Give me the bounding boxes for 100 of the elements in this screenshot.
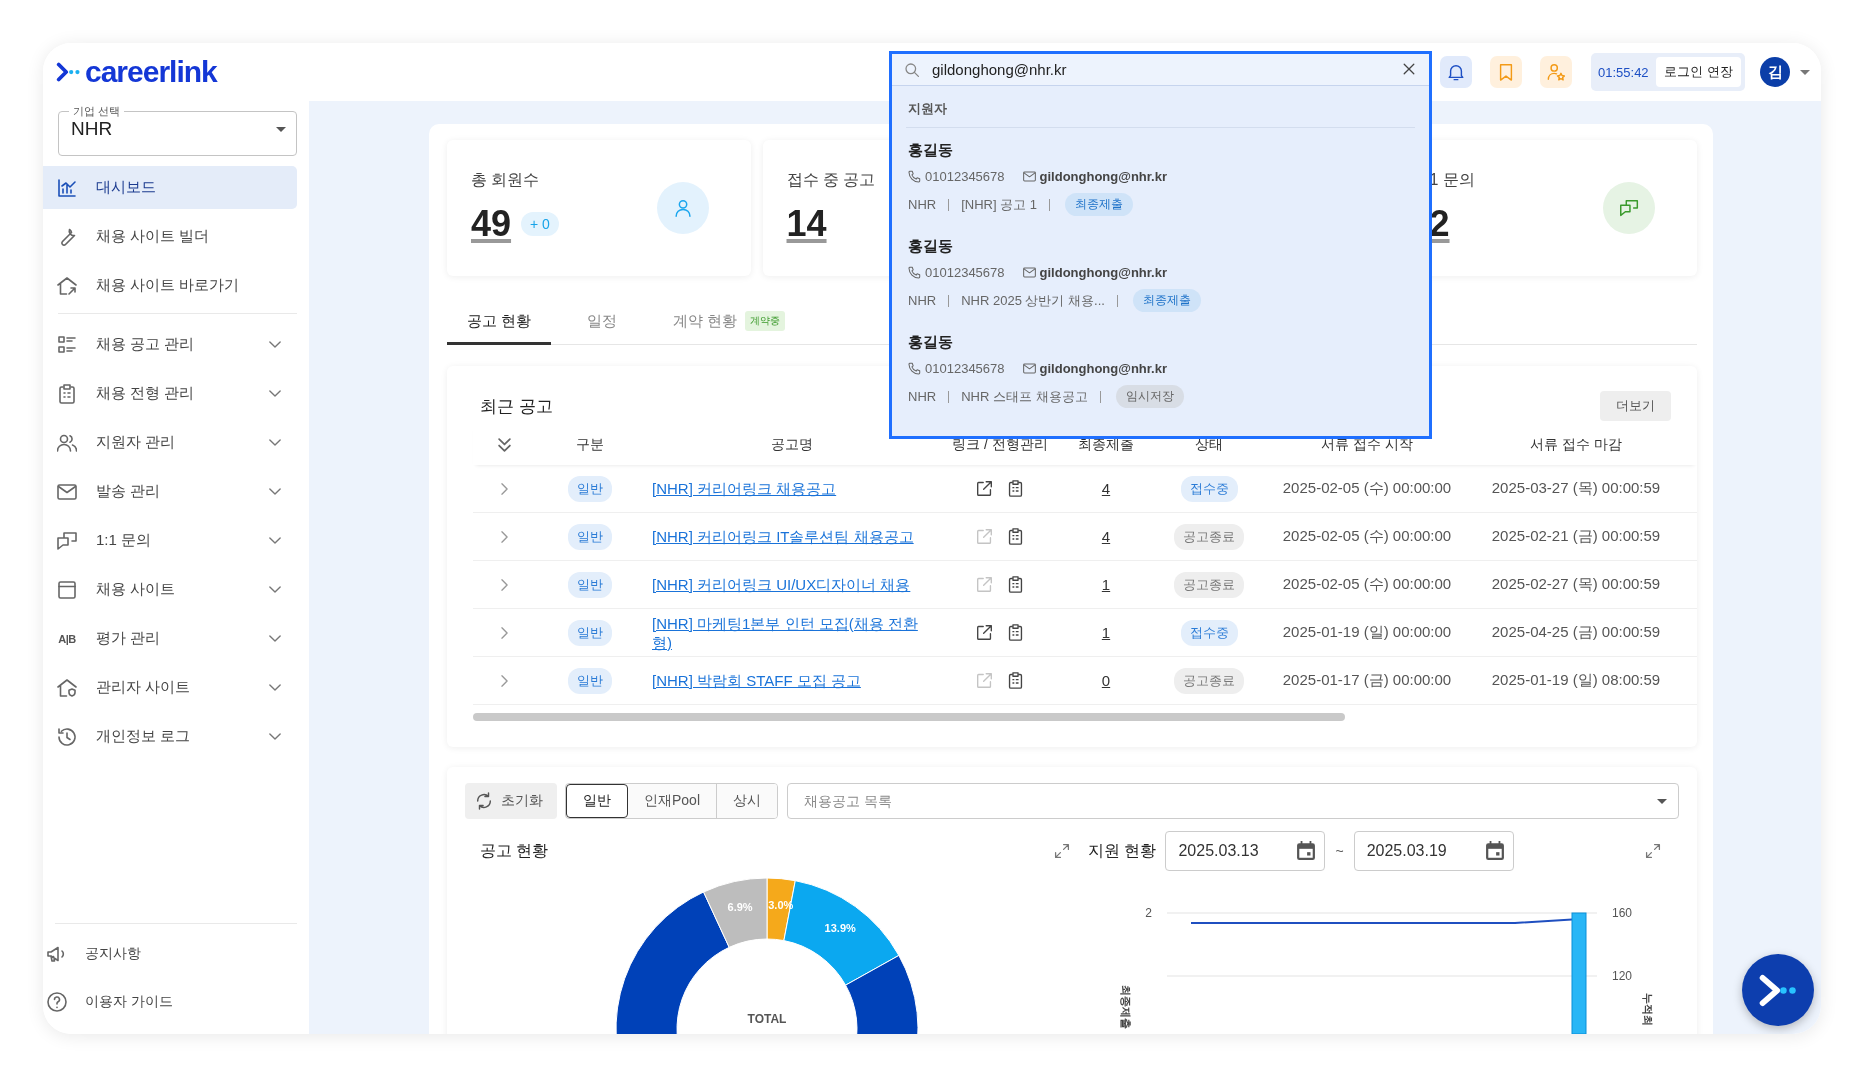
clipboard-icon bbox=[57, 383, 77, 404]
company-name: NHR bbox=[908, 197, 937, 212]
date-cell: 2025-01-19 (일) 00:00:00 bbox=[1282, 623, 1452, 642]
posting-name: NHR 2025 상반기 채용... bbox=[961, 291, 1105, 310]
footer-link[interactable]: 공지사항 bbox=[43, 938, 297, 970]
status-badge: 최종제출 bbox=[1065, 193, 1133, 216]
submission-count[interactable]: 4 bbox=[1101, 480, 1111, 497]
favorite-icon bbox=[1547, 63, 1565, 81]
logo-icon bbox=[56, 62, 81, 82]
menu-item[interactable]: 지원자 관리 bbox=[43, 421, 297, 464]
nav-item[interactable]: 채용 사이트 바로가기 bbox=[43, 264, 297, 307]
external-link-icon[interactable] bbox=[976, 480, 993, 497]
menu-item[interactable]: 개인정보 로그 bbox=[43, 715, 297, 758]
chevron-right-icon[interactable] bbox=[500, 482, 508, 495]
menu-item[interactable]: 발송 관리 bbox=[43, 470, 297, 513]
company-select[interactable]: 기업 선택 NHR bbox=[58, 104, 297, 156]
menu-item[interactable]: 채용 사이트 bbox=[43, 568, 297, 611]
phone-icon bbox=[908, 362, 921, 375]
posting-link[interactable]: [NHR] 커리어링크 채용공고 bbox=[652, 479, 837, 498]
company-name: NHR bbox=[908, 389, 937, 404]
more-button[interactable]: 더보기 bbox=[1600, 391, 1671, 421]
submission-count[interactable]: 1 bbox=[1101, 624, 1111, 641]
menu-item[interactable]: A|B 평가 관리 bbox=[43, 617, 297, 660]
date-field[interactable]: 2025.03.13 bbox=[1165, 831, 1326, 871]
submission-count[interactable]: 4 bbox=[1101, 528, 1111, 545]
logo-icon bbox=[1759, 973, 1797, 1007]
help-icon bbox=[47, 992, 67, 1012]
tab[interactable]: 공고 현황 bbox=[447, 300, 552, 345]
calendar-icon[interactable] bbox=[1297, 841, 1316, 860]
date-cell: 2025-02-21 (금) 00:00:59 bbox=[1491, 527, 1661, 546]
status-badge: 접수중 bbox=[1180, 619, 1238, 646]
search-result[interactable]: 홍길동 01012345678 gildonghong@nhr.kr NHR [NHR] 공고 1 최종제출 bbox=[892, 128, 1184, 224]
search-result[interactable]: 홍길동 01012345678 gildonghong@nhr.kr NHR NHR 스태프 채용공고 임시저장 bbox=[892, 320, 1200, 416]
card-title: 최근 공고 bbox=[480, 395, 553, 418]
clipboard-icon[interactable] bbox=[1007, 672, 1024, 689]
date-cell: 2025-02-27 (목) 00:00:59 bbox=[1491, 575, 1661, 594]
clipboard-icon[interactable] bbox=[1007, 528, 1024, 545]
expand-icon[interactable] bbox=[1645, 843, 1661, 859]
chevron-right-icon[interactable] bbox=[500, 578, 508, 591]
type-badge: 일반 bbox=[568, 475, 612, 502]
stat-label: 총 회원수 bbox=[471, 170, 540, 190]
avatar[interactable]: 김 bbox=[1760, 57, 1790, 87]
axis-tick: 160 bbox=[1612, 906, 1633, 920]
posting-link[interactable]: [NHR] 커리어링크 IT솔루션팀 채용공고 bbox=[652, 527, 914, 546]
notification-button[interactable] bbox=[1440, 56, 1472, 88]
reset-button[interactable]: 초기화 bbox=[465, 783, 557, 819]
nav-item[interactable]: 채용 사이트 빌더 bbox=[43, 215, 297, 258]
slice-label: 6.9% bbox=[727, 900, 753, 913]
date-cell: 2025-01-19 (일) 08:00:59 bbox=[1491, 671, 1661, 690]
tab[interactable]: 일정 bbox=[567, 300, 638, 345]
footer-link[interactable]: 이용자 가이드 bbox=[43, 986, 297, 1018]
submission-count[interactable]: 1 bbox=[1101, 576, 1111, 593]
caret-icon bbox=[1657, 799, 1667, 804]
clipboard-icon[interactable] bbox=[1007, 576, 1024, 593]
submission-count[interactable]: 0 bbox=[1101, 672, 1111, 689]
filter-tab[interactable]: 상시 bbox=[717, 784, 778, 818]
posting-link[interactable]: [NHR] 커리어링크 UI/UX디자이너 채용 bbox=[652, 575, 911, 594]
menu-item[interactable]: 관리자 사이트 bbox=[43, 666, 297, 709]
nav-item[interactable]: 대시보드 bbox=[43, 166, 297, 209]
stat-label: 접수 중 공고 bbox=[786, 170, 876, 190]
date-field[interactable]: 2025.03.19 bbox=[1353, 831, 1514, 871]
chevron-right-icon[interactable] bbox=[500, 530, 508, 543]
menu-item[interactable]: 1:1 문의 bbox=[43, 519, 297, 562]
clipboard-icon[interactable] bbox=[1007, 480, 1024, 497]
section-label: 지원자 bbox=[906, 86, 1415, 128]
external-link-icon[interactable] bbox=[976, 624, 993, 641]
stat-value[interactable]: 49 bbox=[471, 203, 512, 245]
date-cell: 2025-02-05 (수) 00:00:00 bbox=[1282, 527, 1452, 546]
menu-item[interactable]: 채용 전형 관리 bbox=[43, 372, 297, 415]
stat-value[interactable]: 2 bbox=[1429, 203, 1450, 245]
range-separator: ~ bbox=[1335, 843, 1344, 859]
column-header: 서류 접수 마감 bbox=[1530, 435, 1622, 454]
date-cell: 2025-02-05 (수) 00:00:00 bbox=[1282, 479, 1452, 498]
chevron-right-icon[interactable] bbox=[500, 626, 508, 639]
clipboard-icon[interactable] bbox=[1007, 624, 1024, 641]
posting-link[interactable]: [NHR] 박람회 STAFF 모집 공고 bbox=[652, 671, 861, 690]
tab[interactable]: 계약 현황 계약중 bbox=[653, 300, 806, 345]
collapse-all-icon[interactable] bbox=[497, 437, 511, 452]
search-field[interactable]: gildonghong@nhr.kr bbox=[892, 54, 1429, 86]
phone-number: 01012345678 bbox=[925, 169, 1005, 184]
date-cell: 2025-04-25 (금) 00:00:59 bbox=[1491, 623, 1661, 642]
posting-select[interactable]: 채용공고 목록 bbox=[787, 783, 1679, 819]
search-result[interactable]: 홍길동 01012345678 gildonghong@nhr.kr NHR NHR 2025 상반기 채용... 최종제출 bbox=[892, 224, 1217, 320]
type-badge: 일반 bbox=[568, 619, 612, 646]
phone-icon bbox=[908, 266, 921, 279]
extend-login-button[interactable]: 로그인 연장 bbox=[1656, 57, 1741, 87]
type-badge: 일반 bbox=[568, 667, 612, 694]
expand-icon[interactable] bbox=[1054, 843, 1070, 859]
search-icon bbox=[904, 62, 920, 78]
chevron-right-icon[interactable] bbox=[500, 674, 508, 687]
brand-name: careerlink bbox=[85, 55, 217, 89]
filter-tab[interactable]: 인재Pool bbox=[628, 784, 718, 818]
clear-icon[interactable] bbox=[1401, 61, 1417, 77]
mail-icon bbox=[57, 481, 77, 502]
mail-icon bbox=[1022, 362, 1036, 375]
filter-tab[interactable]: 일반 bbox=[566, 784, 628, 818]
menu-item[interactable]: 채용 공고 관리 bbox=[43, 323, 297, 366]
phone-number: 01012345678 bbox=[925, 361, 1005, 376]
stat-value[interactable]: 14 bbox=[786, 203, 827, 245]
posting-link[interactable]: [NHR] 마케팅1본부 인턴 모집(채용 전환형) bbox=[652, 613, 924, 652]
